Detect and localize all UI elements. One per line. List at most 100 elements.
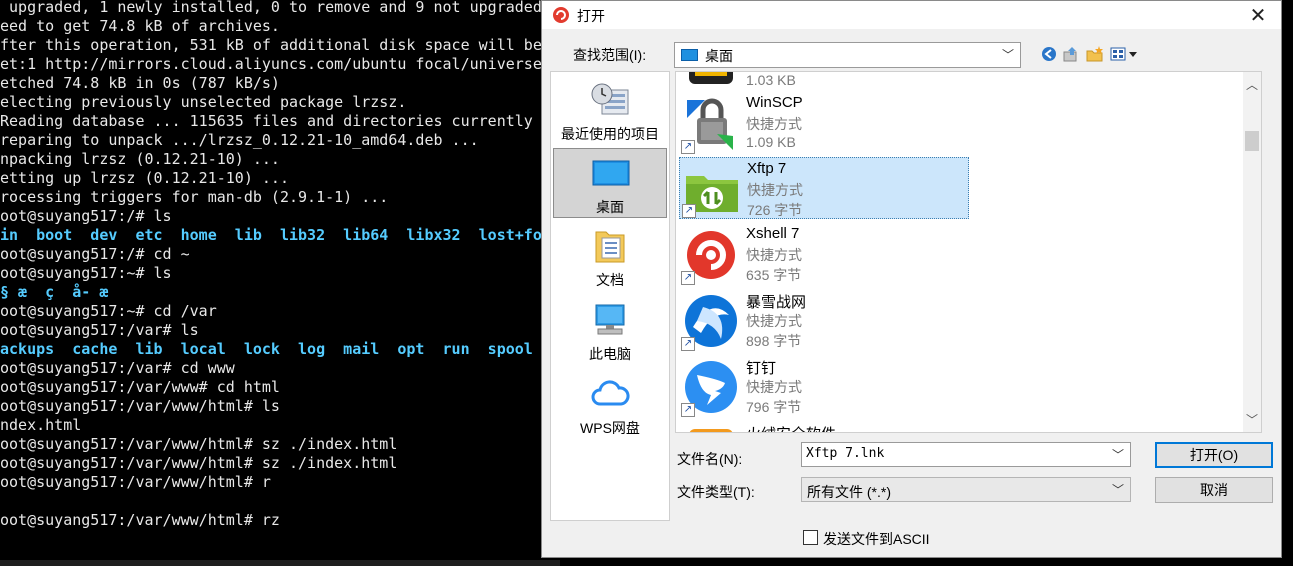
file-size: 726 字节 [747,202,803,218]
xshell-app-icon [553,7,569,23]
shortcut-arrow-icon: ↗ [682,204,696,218]
terminal-line: ndex.html [0,416,82,434]
file-type: 快捷方式 [746,313,802,329]
place-label: 此电脑 [589,346,631,362]
place-this-pc[interactable]: 此电脑 [553,296,667,366]
place-desktop[interactable]: 桌面 [553,148,667,218]
cancel-button[interactable]: 取消 [1155,477,1273,503]
place-documents[interactable]: 文档 [553,222,667,292]
terminal-window[interactable]: upgraded, 1 newly installed, 0 to remove… [0,0,560,566]
terminal-line: eed to get 74.8 kB of archives. [0,17,280,35]
places-bar: 最近使用的项目 桌面 文档 此电脑 WPS网盘 [550,71,670,521]
file-name: 暴雪战网 [746,294,807,311]
terminal-line: oot@suyang517:/var/www/html# rz [0,511,280,529]
terminal-line: oot@suyang517:/var# cd www [0,359,235,377]
dialog-titlebar: 打开 ✕ [542,1,1281,29]
ascii-checkbox-label: 发送文件到ASCII [823,531,930,547]
scroll-up-icon[interactable]: ︿ [1243,76,1261,93]
terminal-line: oot@suyang517:~# cd /var [0,302,217,320]
look-in-combo[interactable]: 桌面 ﹀ [674,42,1021,68]
terminal-line: ackups cache lib local lock log mail opt… [0,340,533,358]
terminal-line: etched 74.8 kB in 0s (787 kB/s) [0,74,280,92]
file-name: WinSCP [746,94,803,111]
cloud-icon [591,380,630,406]
desktop-folder-icon [681,49,698,61]
chevron-down-icon: ﹀ [1001,48,1014,62]
terminal-line: npacking lrzsz (0.12.21-10) ... [0,150,280,168]
terminal-line: oot@suyang517:/var/www/html# sz ./index.… [0,435,398,453]
place-wps-cloud[interactable]: WPS网盘 [553,370,667,440]
terminal-status-strip [0,560,560,566]
shortcut-arrow-icon: ↗ [681,271,695,285]
chevron-down-icon[interactable]: ﹀ [1112,481,1124,498]
open-button[interactable]: 打开(O) [1155,442,1273,468]
file-name: 钉钉 [746,360,777,377]
terminal-line: oot@suyang517:~# ls [0,264,172,282]
file-name: 火绒安全软件 [746,423,836,432]
app-icon [689,72,733,84]
terminal-line: oot@suyang517:/var# ls [0,321,199,339]
open-file-dialog: 打开 ✕ 查找范围(I): 桌面 ﹀ 最近使用的项目 桌面 文档 此电脑 WPS… [541,0,1282,558]
file-size: 1.09 KB [746,134,796,150]
terminal-line: in boot dev etc home lib lib32 lib64 lib… [0,226,560,244]
place-label: 最近使用的项目 [561,126,659,142]
new-folder-icon[interactable] [1085,44,1105,64]
file-type: 快捷方式 [746,379,802,395]
place-label: 桌面 [596,199,624,215]
file-item[interactable]: ↗ 暴雪战网 快捷方式 898 字节 [679,289,969,351]
place-recent[interactable]: 最近使用的项目 [553,76,667,146]
shortcut-arrow-icon: ↗ [681,403,695,417]
file-type: 快捷方式 [746,116,802,132]
file-item[interactable]: 1.03 KB [679,72,969,92]
scrollbar-thumb[interactable] [1245,130,1259,151]
computer-icon [595,304,625,335]
terminal-line: etting up lrzsz (0.12.21-10) ... [0,169,289,187]
file-name-input[interactable]: Xftp 7.lnk [806,446,884,461]
vertical-scrollbar[interactable]: ︿ ﹀ [1243,72,1261,432]
shortcut-arrow-icon: ↗ [681,337,695,351]
file-type: 快捷方式 [746,247,802,263]
file-name-combo[interactable]: Xftp 7.lnk ﹀ [801,442,1131,467]
terminal-line: fter this operation, 531 kB of additiona… [0,36,560,54]
file-item-selected[interactable]: ↗ Xftp 7 快捷方式 726 字节 [679,157,969,219]
up-folder-icon[interactable] [1061,44,1081,64]
look-in-value: 桌面 [705,48,733,64]
terminal-line: et:1 http://mirrors.cloud.aliyuncs.com/u… [0,55,542,73]
ascii-checkbox[interactable] [803,530,818,545]
file-name-label: 文件名(N): [677,451,743,467]
desktop-icon [592,160,630,186]
file-item[interactable]: ↗ Xshell 7 快捷方式 635 字节 [679,223,969,285]
terminal-line: oot@suyang517:/var/www# cd html [0,378,280,396]
file-size: 1.03 KB [746,72,796,88]
file-list[interactable]: 1.03 KB ↗ WinSCP 快捷方式 1.09 KB ↗ Xftp 7 快… [675,71,1262,433]
terminal-line: oot@suyang517:/var/www/html# sz ./index.… [0,454,398,472]
look-in-label: 查找范围(I): [573,47,647,63]
file-item[interactable]: ↗ 钉钉 快捷方式 796 字节 [679,355,969,417]
view-menu-icon[interactable] [1109,44,1141,64]
terminal-line: oot@suyang517:/# ls [0,207,172,225]
terminal-line: oot@suyang517:/var/www/html# ls [0,397,280,415]
terminal-line: oot@suyang517:/# cd ~ [0,245,190,263]
dialog-title: 打开 [577,8,605,24]
file-type-select[interactable]: 所有文件 (*.*) ﹀ [801,477,1131,502]
terminal-line: electing previously unselected package l… [0,93,407,111]
file-item[interactable]: 火绒安全软件 [679,421,969,432]
place-label: 文档 [596,272,624,288]
terminal-line: § æ ç å- æ [0,283,109,301]
close-button[interactable]: ✕ [1235,1,1281,29]
documents-icon [595,231,625,263]
file-type: 快捷方式 [747,182,803,198]
terminal-line: oot@suyang517:/var/www/html# r [0,473,271,491]
file-name: Xshell 7 [746,225,800,242]
place-label: WPS网盘 [580,420,640,436]
back-icon[interactable] [1039,44,1059,64]
terminal-line: reparing to unpack .../lrzsz_0.12.21-10_… [0,131,479,149]
huorong-icon [689,429,733,432]
scroll-down-icon[interactable]: ﹀ [1243,411,1261,428]
file-type-label: 文件类型(T): [677,484,755,500]
file-size: 635 字节 [746,267,802,283]
file-item[interactable]: ↗ WinSCP 快捷方式 1.09 KB [679,92,969,154]
chevron-down-icon[interactable]: ﹀ [1112,446,1124,463]
file-size: 796 字节 [746,399,802,415]
recent-icon [591,83,629,115]
